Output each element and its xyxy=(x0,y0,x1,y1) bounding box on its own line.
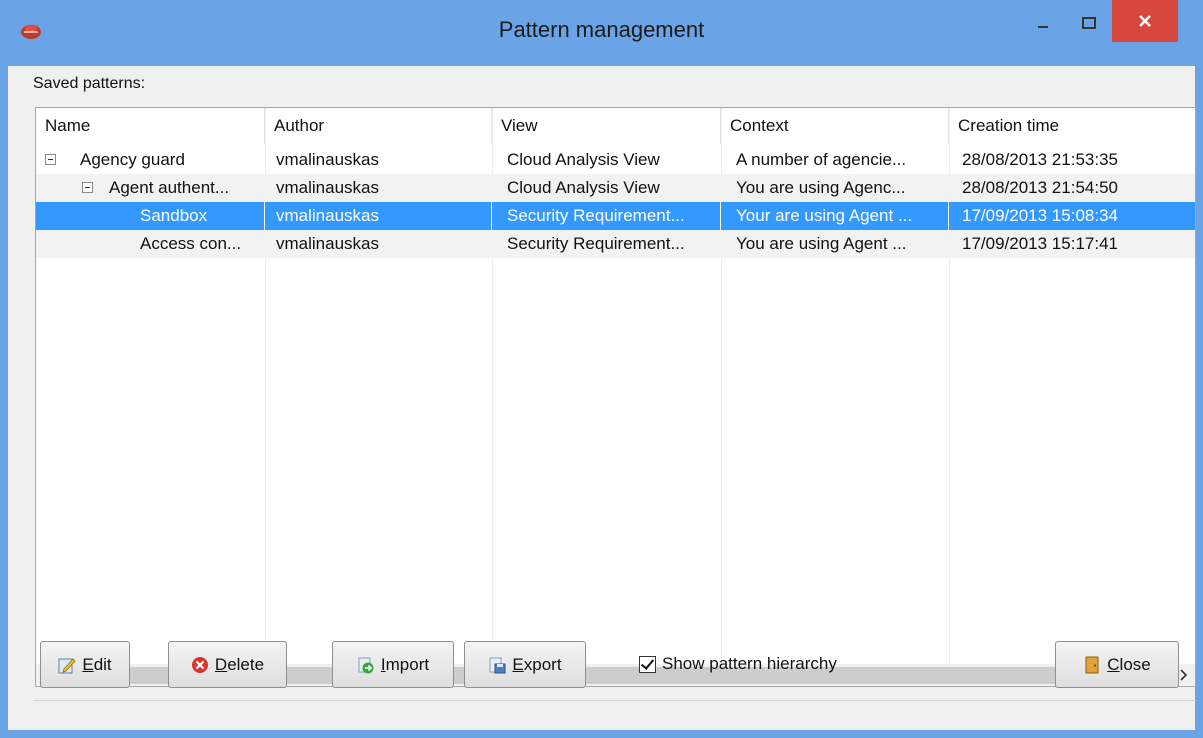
row-name: Agency guard xyxy=(80,150,185,169)
close-button-label: Close xyxy=(1107,654,1151,674)
export-button[interactable]: Export xyxy=(464,641,586,688)
close-icon xyxy=(1139,15,1151,27)
row-view: Security Requirement... xyxy=(492,202,721,230)
row-author: vmalinauskas xyxy=(276,234,379,253)
row-context: Your are using Agent ... xyxy=(721,202,949,230)
dialog-body: Saved patterns: Name Author View Context… xyxy=(8,66,1196,730)
close-button[interactable]: Close xyxy=(1055,641,1179,688)
edit-button-label: Edit xyxy=(82,654,112,674)
row-name: Agent authent... xyxy=(109,178,230,197)
row-view: Cloud Analysis View xyxy=(507,150,660,169)
footer-divider xyxy=(33,700,1196,701)
show-hierarchy-checkbox[interactable] xyxy=(639,655,656,673)
column-header-context[interactable]: Context xyxy=(721,108,949,144)
table-header: Name Author View Context Creation time xyxy=(36,108,1195,144)
show-hierarchy-label: Show pattern hierarchy xyxy=(662,654,837,673)
row-view: Security Requirement... xyxy=(507,234,685,253)
pattern-management-window: Pattern management Saved patterns: Name … xyxy=(0,0,1203,738)
delete-button[interactable]: Delete xyxy=(168,641,287,688)
maximize-button[interactable] xyxy=(1066,0,1112,46)
column-header-author[interactable]: Author xyxy=(265,108,492,144)
import-button-label: Import xyxy=(380,654,430,674)
row-created: 17/09/2013 15:17:41 xyxy=(962,234,1118,253)
export-button-label: Export xyxy=(512,654,562,674)
row-name: Access con... xyxy=(140,234,242,253)
edit-pencil-icon xyxy=(58,657,76,673)
door-icon xyxy=(1085,656,1099,673)
export-icon xyxy=(489,657,506,673)
row-name: Sandbox xyxy=(36,202,265,230)
row-context: You are using Agent ... xyxy=(736,234,907,253)
row-created: 28/08/2013 21:53:35 xyxy=(962,150,1118,169)
row-created: 17/09/2013 15:08:34 xyxy=(962,206,1118,225)
table-row[interactable]: Agent authent... vmalinauskas Cloud Anal… xyxy=(36,174,1195,202)
row-context: You are using Agenc... xyxy=(736,178,906,197)
saved-patterns-label: Saved patterns: xyxy=(33,75,146,92)
collapse-toggle-icon[interactable] xyxy=(45,154,56,165)
row-author: vmalinauskas xyxy=(276,150,379,169)
close-window-button[interactable] xyxy=(1112,0,1178,42)
title-bar[interactable]: Pattern management xyxy=(0,0,1203,66)
import-button[interactable]: Import xyxy=(332,641,454,688)
collapse-toggle-icon[interactable] xyxy=(82,182,93,193)
column-header-view[interactable]: View xyxy=(492,108,721,144)
column-header-creation-time[interactable]: Creation time xyxy=(949,108,1195,144)
import-icon xyxy=(358,657,374,673)
patterns-table[interactable]: Name Author View Context Creation time A… xyxy=(35,107,1196,687)
row-author: vmalinauskas xyxy=(265,202,492,230)
minimize-icon xyxy=(1038,26,1048,28)
table-row[interactable]: Access con... vmalinauskas Security Requ… xyxy=(36,230,1195,258)
show-hierarchy-toggle[interactable]: Show pattern hierarchy xyxy=(639,653,837,675)
row-view: Cloud Analysis View xyxy=(507,178,660,197)
minimize-button[interactable] xyxy=(1020,0,1066,46)
maximize-icon xyxy=(1082,17,1096,29)
chevron-right-icon xyxy=(1180,669,1187,681)
row-created: 28/08/2013 21:54:50 xyxy=(962,178,1118,197)
table-row-selected[interactable]: Sandbox vmalinauskas Security Requiremen… xyxy=(36,202,1195,230)
table-row[interactable]: Agency guard vmalinauskas Cloud Analysis… xyxy=(36,146,1195,174)
delete-x-icon xyxy=(191,656,208,673)
row-context: A number of agencie... xyxy=(736,150,907,169)
row-author: vmalinauskas xyxy=(276,178,379,197)
delete-button-label: Delete xyxy=(214,654,265,674)
column-header-name[interactable]: Name xyxy=(36,108,265,144)
edit-button[interactable]: Edit xyxy=(40,641,130,688)
